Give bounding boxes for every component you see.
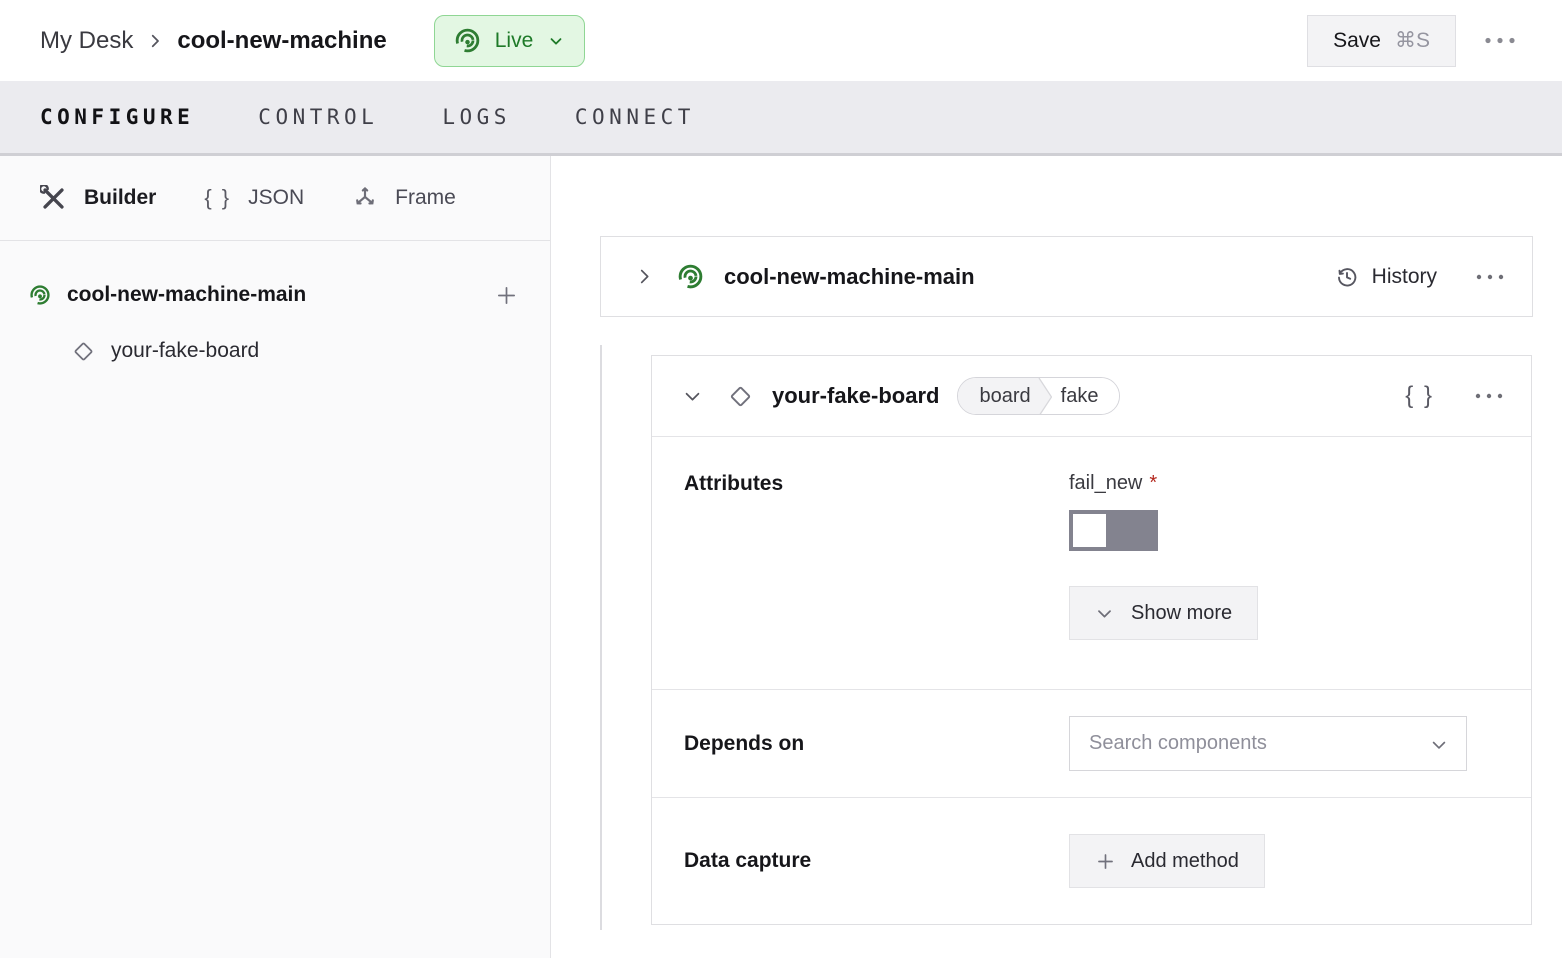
toggle-knob — [1073, 514, 1106, 547]
viewtab-label: Builder — [84, 186, 156, 210]
field-label: fail_new * — [1069, 472, 1258, 495]
attributes-fields: fail_new * Show more — [1069, 472, 1258, 689]
save-shortcut: ⌘S — [1395, 28, 1430, 53]
breadcrumb: My Desk cool-new-machine — [40, 27, 387, 55]
diamond-icon — [727, 383, 754, 410]
config-main-panel: cool-new-machine-main History your — [552, 156, 1562, 958]
chevron-down-icon — [1095, 604, 1114, 623]
attributes-section: Attributes fail_new * Show more — [652, 437, 1531, 690]
app-header: My Desk cool-new-machine Live Save ⌘S — [0, 0, 1562, 81]
history-icon — [1335, 265, 1359, 289]
part-card: cool-new-machine-main History — [600, 236, 1533, 317]
braces-icon: { } — [204, 185, 231, 211]
edit-json-button[interactable]: { } — [1403, 378, 1436, 414]
component-tree: cool-new-machine-main your-fake-board — [0, 241, 550, 367]
component-more-button[interactable] — [1473, 383, 1505, 409]
chevron-down-icon — [1429, 735, 1449, 755]
data-capture-section: Data capture Add method — [652, 798, 1531, 924]
frame-axes-icon — [352, 185, 378, 211]
viewtab-label: JSON — [248, 186, 304, 210]
badge-divider — [1038, 378, 1052, 415]
tree-part-label: cool-new-machine-main — [67, 283, 306, 307]
nav-tabbar: CONFIGURE CONTROL LOGS CONNECT — [0, 81, 1562, 156]
part-card-title: cool-new-machine-main — [724, 264, 975, 290]
diamond-icon — [71, 339, 96, 364]
tab-connect[interactable]: CONNECT — [575, 99, 695, 135]
depends-on-label: Depends on — [684, 732, 1069, 756]
config-sidebar: Builder { } JSON Frame — [0, 156, 551, 958]
ellipsis-icon — [1484, 37, 1516, 44]
component-collapse-button[interactable] — [681, 381, 704, 412]
tab-builder[interactable]: Builder — [40, 185, 156, 212]
show-more-button[interactable]: Show more — [1069, 586, 1258, 640]
tab-control[interactable]: CONTROL — [258, 99, 378, 135]
depends-on-select — [1069, 716, 1467, 771]
history-label: History — [1372, 265, 1437, 289]
attributes-label: Attributes — [684, 472, 1069, 689]
viam-live-icon — [454, 27, 481, 54]
show-more-label: Show more — [1131, 602, 1232, 625]
save-label: Save — [1333, 29, 1381, 53]
component-card-title: your-fake-board — [772, 383, 939, 409]
breadcrumb-chevron-icon — [146, 32, 164, 50]
history-button[interactable]: History — [1335, 265, 1437, 289]
header-more-button[interactable] — [1478, 23, 1522, 58]
tools-icon — [40, 185, 67, 212]
viewtab-label: Frame — [395, 186, 456, 210]
tab-configure[interactable]: CONFIGURE — [40, 99, 194, 135]
component-type-badge: board fake — [957, 377, 1120, 415]
viam-part-icon — [677, 263, 704, 290]
tree-item-component[interactable]: your-fake-board — [0, 335, 550, 367]
ellipsis-icon — [1475, 393, 1503, 399]
required-marker: * — [1149, 472, 1157, 494]
add-component-button[interactable] — [495, 284, 518, 307]
viam-part-icon — [29, 284, 51, 306]
tab-frame[interactable]: Frame — [352, 185, 456, 211]
data-capture-label: Data capture — [684, 849, 1069, 873]
add-method-button[interactable]: Add method — [1069, 834, 1265, 888]
tree-component-label: your-fake-board — [111, 339, 259, 363]
part-more-button[interactable] — [1474, 264, 1506, 290]
tree-item-part[interactable]: cool-new-machine-main — [0, 279, 550, 311]
chevron-down-icon — [547, 32, 565, 50]
save-button[interactable]: Save ⌘S — [1307, 15, 1456, 67]
plus-icon — [495, 284, 518, 307]
tab-logs[interactable]: LOGS — [442, 99, 511, 135]
component-card-header: your-fake-board board fake { } — [652, 356, 1531, 437]
badge-model: fake — [1052, 378, 1120, 414]
search-components-input[interactable] — [1070, 732, 1466, 755]
tab-json[interactable]: { } JSON — [204, 185, 304, 211]
machine-status-badge[interactable]: Live — [434, 15, 586, 67]
add-method-label: Add method — [1131, 850, 1239, 873]
fail-new-toggle[interactable] — [1069, 510, 1158, 551]
plus-icon — [1095, 851, 1116, 872]
tree-connector-line — [600, 345, 602, 930]
component-card: your-fake-board board fake { } Attribute… — [651, 355, 1532, 925]
breadcrumb-parent-link[interactable]: My Desk — [40, 27, 133, 55]
machine-name: cool-new-machine — [177, 27, 386, 55]
badge-type: board — [958, 378, 1037, 414]
field-name-text: fail_new — [1069, 472, 1142, 494]
chevron-down-icon — [683, 387, 702, 406]
part-expand-button[interactable] — [633, 261, 656, 292]
ellipsis-icon — [1476, 274, 1504, 280]
view-mode-tabs: Builder { } JSON Frame — [0, 156, 550, 241]
chevron-right-icon — [635, 267, 654, 286]
depends-on-section: Depends on — [652, 690, 1531, 798]
status-label: Live — [495, 29, 534, 53]
